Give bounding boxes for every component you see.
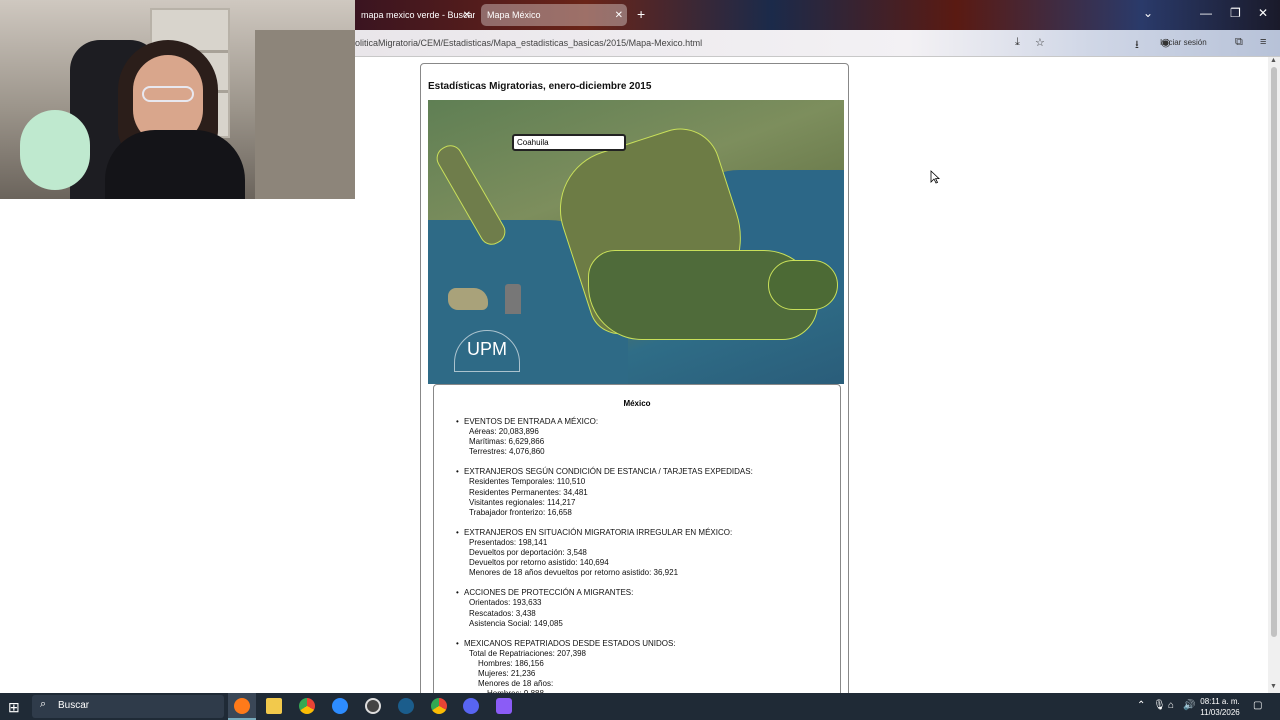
obs-icon[interactable] (365, 698, 381, 714)
scroll-up-icon[interactable]: ▲ (1270, 57, 1277, 64)
section-heading: MEXICANOS REPATRIADOS DESDE ESTADOS UNID… (464, 638, 676, 648)
stat-value: Total de Repatriaciones: 207,398 (469, 648, 586, 658)
page-title: Estadísticas Migratorias, enero-diciembr… (428, 81, 652, 92)
close-icon[interactable]: ✕ (463, 10, 471, 21)
tab-label: mapa mexico verde - Buscar con (361, 10, 475, 20)
stat-value: Menores de 18 años: (478, 679, 554, 689)
minimize-icon[interactable]: — (1200, 6, 1212, 20)
close-window-icon[interactable]: ✕ (1258, 6, 1268, 20)
section-heading: ACCIONES DE PROTECCIÓN A MIGRANTES: (464, 588, 634, 598)
network-icon[interactable]: ⌂ (1168, 700, 1174, 711)
windows-start-icon[interactable]: ⊞ (8, 699, 20, 716)
scroll-thumb[interactable] (1271, 67, 1277, 637)
microphone-icon[interactable]: 🎙 (1153, 700, 1166, 711)
stat-value: Marítimas: 6,629,866 (469, 437, 545, 447)
page-scrollbar[interactable]: ▲ ▼ (1268, 57, 1280, 693)
stats-title: México (623, 399, 651, 408)
taskbar-search[interactable]: ⌕ Buscar (32, 695, 224, 718)
webcam-overlay (0, 0, 355, 199)
section-heading: EXTRANJEROS SEGÚN CONDICIÓN DE ESTANCIA … (464, 467, 753, 477)
tab-search[interactable]: mapa mexico verde - Buscar con ✕ (355, 4, 475, 26)
section-heading: EVENTOS DE ENTRADA A MÉXICO: (464, 417, 599, 426)
stats-list: EVENTOS DE ENTRADA A MÉXICO: Aéreas: 20,… (456, 417, 753, 709)
clock-date: 11/03/2026 (1200, 708, 1240, 717)
address-bar-row: oliticaMigratoria/CEM/Estadisticas/Mapa_… (355, 30, 1280, 57)
stat-value: Menores de 18 años devueltos por retorno… (469, 568, 679, 578)
download-icon[interactable]: ⭳ (1135, 36, 1139, 55)
stat-value: Residentes Permanentes: 34,481 (469, 487, 588, 497)
section-heading: EXTRANJEROS EN SITUACIÓN MIGRATORIA IRRE… (464, 527, 733, 537)
close-icon[interactable]: ✕ (615, 10, 623, 21)
tab-label: Mapa México (487, 10, 541, 20)
volume-icon[interactable]: 🔊 (1183, 700, 1195, 711)
firefox-icon[interactable] (234, 698, 250, 714)
install-icon[interactable]: ⤓ (1015, 36, 1020, 49)
url-text[interactable]: oliticaMigratoria/CEM/Estadisticas/Mapa_… (355, 38, 702, 48)
stat-value: Presentados: 198,141 (469, 537, 548, 547)
stat-value: Asistencia Social: 149,085 (469, 618, 563, 628)
login-button[interactable]: Iniciar sesión (1160, 38, 1207, 47)
room-background (255, 30, 355, 199)
stat-value: Visitantes regionales: 114,217 (469, 497, 576, 507)
streaming-app-icon[interactable] (496, 698, 512, 714)
chrome-alt-icon[interactable] (431, 698, 447, 714)
mexico-inset-icon (448, 288, 488, 310)
steam-icon[interactable] (398, 698, 414, 714)
scroll-down-icon[interactable]: ▼ (1270, 683, 1277, 690)
discord-icon[interactable] (463, 698, 479, 714)
person-body (105, 130, 245, 199)
chevron-up-icon[interactable]: ⌃ (1137, 700, 1145, 711)
tab-mapa-mexico[interactable]: Mapa México ✕ (481, 4, 627, 26)
stat-value: Residentes Temporales: 110,510 (469, 477, 586, 487)
search-icon: ⌕ (40, 698, 47, 710)
taskbar-clock[interactable]: 08:11 a. m. 11/03/2026 (1195, 696, 1245, 718)
chrome-icon[interactable] (299, 698, 315, 714)
taskbar: ⊞ ⌕ Buscar ⌃ 🎙 ⌂ 🔊 08:11 a. m. 11/03/202… (0, 693, 1280, 720)
menu-icon[interactable]: ≡ (1260, 36, 1266, 48)
list-item: EXTRANJEROS EN SITUACIÓN MIGRATORIA IRRE… (456, 528, 753, 578)
glasses (142, 86, 194, 102)
list-item: MEXICANOS REPATRIADOS DESDE ESTADOS UNID… (456, 639, 753, 700)
stat-value: Terrestres: 4,076,860 (469, 447, 545, 457)
extensions-icon[interactable]: ⧉ (1235, 36, 1243, 49)
app-c-icon[interactable] (332, 698, 348, 714)
stat-value: Hombres: 186,156 (478, 658, 544, 668)
stat-value: Mujeres: 21,236 (478, 668, 536, 678)
stat-value: Devueltos por deportación: 3,548 (469, 548, 587, 558)
stats-panel: México EVENTOS DE ENTRADA A MÉXICO: Aére… (433, 384, 841, 704)
lighthouse-icon (505, 284, 521, 314)
file-explorer-icon[interactable] (266, 698, 282, 714)
notification-icon[interactable]: ▢ (1253, 700, 1262, 711)
list-item: ACCIONES DE PROTECCIÓN A MIGRANTES: Orie… (456, 588, 753, 628)
browser-tab-strip: mapa mexico verde - Buscar con ✕ Mapa Mé… (355, 0, 1280, 30)
stat-value: Orientados: 193,633 (469, 598, 542, 608)
list-item: EXTRANJEROS SEGÚN CONDICIÓN DE ESTANCIA … (456, 467, 753, 517)
yucatan-region[interactable] (768, 260, 838, 310)
map-hover-label: Coahuila (512, 134, 626, 151)
search-placeholder: Buscar (58, 700, 90, 711)
stat-value: Rescatados: 3,438 (469, 608, 536, 618)
clock-time: 08:11 a. m. (1200, 697, 1240, 706)
mexico-map[interactable]: UPM Coahuila (428, 100, 844, 384)
stat-value: Trabajador fronterizo: 16,658 (469, 507, 572, 517)
star-icon[interactable]: ☆ (1035, 36, 1045, 49)
new-tab-icon[interactable]: + (637, 6, 645, 22)
restore-icon[interactable]: ❐ (1230, 6, 1241, 20)
stat-value: Devueltos por retorno asistido: 140,694 (469, 558, 609, 568)
stat-value: Aéreas: 20,083,896 (469, 427, 539, 437)
chevron-down-icon[interactable]: ⌄ (1143, 6, 1153, 20)
plush-toy (20, 110, 90, 190)
list-item: EVENTOS DE ENTRADA A MÉXICO: Aéreas: 20,… (456, 417, 753, 457)
